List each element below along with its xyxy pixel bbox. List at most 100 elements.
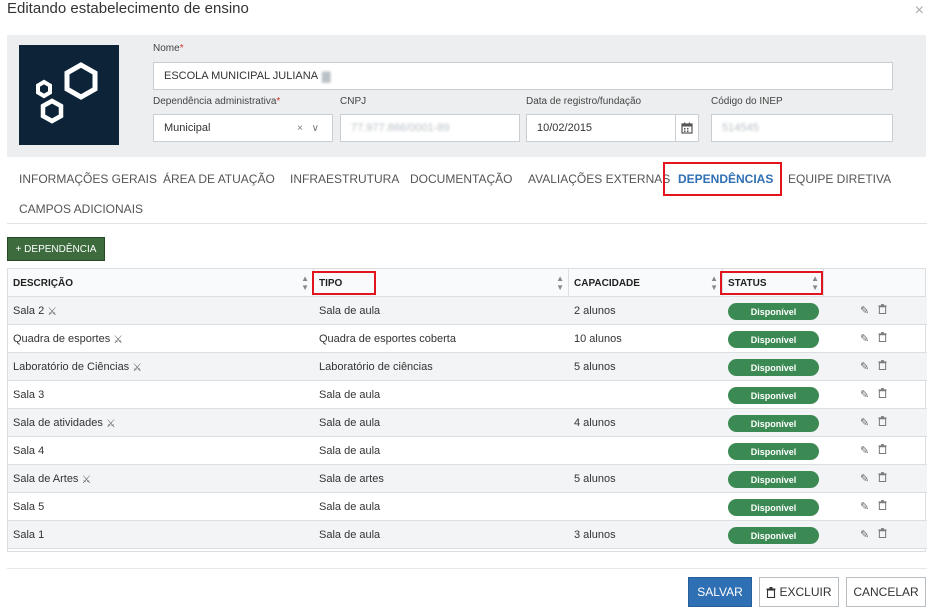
status-badge: Disponível — [728, 303, 819, 320]
status-badge: Disponível — [728, 387, 819, 404]
cell-tipo: Quadra de esportes coberta — [319, 333, 456, 345]
stethoscope-icon: ⚔ — [113, 333, 124, 346]
cell-capacidade — [569, 381, 723, 409]
inep-input[interactable]: 514545 — [711, 114, 893, 142]
tab-bar: INFORMAÇÕES GERAIS ÁREA DE ATUAÇÃO INFRA… — [7, 162, 927, 224]
edit-pencil-icon[interactable]: ✎ — [860, 500, 869, 513]
school-header-panel: Nome* ESCOLA MUNICIPAL JULIANA ▇ Dependên… — [7, 35, 926, 157]
status-highlight-box — [720, 271, 823, 295]
cell-descricao: Sala 2 ⚔ — [13, 305, 58, 318]
cell-descricao: Laboratório de Ciências ⚔ — [13, 361, 143, 374]
cell-capacidade: 2 alunos — [574, 305, 616, 317]
tab-infraestrutura[interactable]: INFRAESTRUTURA — [290, 172, 399, 186]
sort-icon: ▲ ▼ — [556, 274, 564, 292]
col-descricao[interactable]: DESCRIÇÃO ▲ ▼ — [8, 269, 314, 297]
col-capacidade[interactable]: CAPACIDADE ▲ ▼ — [569, 269, 723, 297]
stethoscope-icon: ⚔ — [132, 361, 143, 374]
status-badge: Disponível — [728, 359, 819, 376]
tipo-highlight-box — [312, 271, 376, 295]
tab-area-atuacao[interactable]: ÁREA DE ATUAÇÃO — [163, 172, 275, 186]
stethoscope-icon: ⚔ — [105, 417, 116, 430]
cell-descricao: Sala 5 — [13, 501, 45, 513]
cnpj-input[interactable]: 77.977.866/0001-89 — [340, 114, 520, 142]
trash-icon[interactable] — [878, 444, 887, 457]
table-row[interactable]: Sala 5 Sala de aula Disponível ✎ — [8, 493, 927, 521]
cell-capacidade: 10 alunos — [574, 333, 622, 345]
trash-icon[interactable] — [878, 528, 887, 541]
clear-chevron-icon[interactable]: × ∨ — [297, 123, 322, 134]
cancel-button[interactable]: CANCELAR — [846, 577, 926, 607]
close-icon[interactable]: × — [915, 2, 924, 20]
table-row[interactable]: Sala 4 Sala de aula Disponível ✎ — [8, 437, 927, 465]
cell-capacidade — [569, 493, 723, 521]
edit-school-modal: Editando estabelecimento de ensino × Nom… — [0, 0, 934, 613]
cell-tipo: Sala de aula — [319, 445, 381, 457]
trash-icon[interactable] — [878, 416, 887, 429]
status-badge: Disponível — [728, 331, 819, 348]
edit-pencil-icon[interactable]: ✎ — [860, 416, 869, 429]
status-badge: Disponível — [728, 471, 819, 488]
edit-pencil-icon[interactable]: ✎ — [860, 304, 869, 317]
cell-descricao: Sala 3 — [13, 389, 45, 401]
edit-pencil-icon[interactable]: ✎ — [860, 388, 869, 401]
table-row[interactable]: Sala 3 Sala de aula Disponível ✎ — [8, 381, 927, 409]
table-row[interactable]: Sala de Artes ⚔ Sala de artes 5 alunos Dispo… — [8, 465, 927, 493]
cell-tipo: Sala de aula — [319, 501, 381, 513]
status-badge: Disponível — [728, 499, 819, 516]
modal-title: Editando estabelecimento de ensino — [7, 0, 249, 17]
trash-icon[interactable] — [878, 332, 887, 345]
dep-admin-select[interactable]: Municipal × ∨ — [153, 114, 333, 142]
nome-input[interactable]: ESCOLA MUNICIPAL JULIANA ▇ — [153, 62, 893, 90]
table-row[interactable]: Quadra de esportes ⚔ Quadra de esportes co… — [8, 325, 927, 353]
trash-icon[interactable] — [878, 304, 887, 317]
tab-avaliacoes-externas[interactable]: AVALIAÇÕES EXTERNAS — [528, 172, 670, 186]
cell-descricao: Sala de Artes ⚔ — [13, 473, 92, 486]
status-badge: Disponível — [728, 443, 819, 460]
hexagon-logo-icon — [36, 62, 98, 124]
tab-highlight-box — [663, 162, 782, 196]
calendar-icon[interactable] — [675, 114, 699, 142]
inep-label: Código do INEP — [711, 96, 783, 107]
cell-tipo: Laboratório de ciências — [319, 361, 433, 373]
edit-pencil-icon[interactable]: ✎ — [860, 444, 869, 457]
cell-tipo: Sala de artes — [319, 473, 384, 485]
trash-icon[interactable] — [878, 388, 887, 401]
cell-capacidade: 4 alunos — [574, 417, 616, 429]
tab-documentacao[interactable]: DOCUMENTAÇÃO — [410, 172, 512, 186]
cell-capacidade: 5 alunos — [574, 473, 616, 485]
cell-descricao: Sala 1 — [13, 529, 45, 541]
table-row[interactable]: Laboratório de Ciências ⚔ Laboratório de c… — [8, 353, 927, 381]
data-registro-input[interactable]: 10/02/2015 — [526, 114, 676, 142]
cell-tipo: Sala de aula — [319, 529, 381, 541]
school-logo[interactable] — [19, 45, 119, 145]
cell-descricao: Quadra de esportes ⚔ — [13, 333, 124, 346]
tab-informacoes-gerais[interactable]: INFORMAÇÕES GERAIS — [19, 172, 157, 186]
table-row[interactable]: Sala 1 Sala de aula 3 alunos Disponível ✎ — [8, 521, 927, 549]
edit-pencil-icon[interactable]: ✎ — [860, 472, 869, 485]
cell-tipo: Sala de aula — [319, 417, 381, 429]
cell-capacidade: 3 alunos — [574, 529, 616, 541]
sort-icon: ▲ ▼ — [301, 274, 309, 292]
add-dependencia-button[interactable]: + DEPENDÊNCIA — [7, 237, 105, 261]
table-row[interactable]: Sala de atividades ⚔ Sala de aula 4 alunos D… — [8, 409, 927, 437]
sort-icon: ▲ ▼ — [710, 274, 718, 292]
status-badge: Disponível — [728, 527, 819, 544]
data-registro-label: Data de registro/fundação — [526, 96, 642, 107]
cell-descricao: Sala de atividades ⚔ — [13, 417, 116, 430]
trash-icon[interactable] — [878, 500, 887, 513]
edit-pencil-icon[interactable]: ✎ — [860, 360, 869, 373]
nome-label: Nome* — [153, 43, 184, 54]
cell-capacidade — [569, 437, 723, 465]
stethoscope-icon: ⚔ — [81, 473, 92, 486]
delete-button[interactable]: EXCLUIR — [759, 577, 839, 607]
status-badge: Disponível — [728, 415, 819, 432]
trash-icon[interactable] — [878, 360, 887, 373]
edit-pencil-icon[interactable]: ✎ — [860, 528, 869, 541]
edit-pencil-icon[interactable]: ✎ — [860, 332, 869, 345]
table-row[interactable]: Sala 2 ⚔ Sala de aula 2 alunos Disponível ✎ — [8, 297, 927, 325]
tab-campos-adicionais[interactable]: CAMPOS ADICIONAIS — [19, 202, 143, 216]
tab-equipe-diretiva[interactable]: EQUIPE DIRETIVA — [788, 172, 891, 186]
dependencias-table: DESCRIÇÃO ▲ ▼ TIPO ▲ ▼ CAPACIDADE ▲ ▼ STATUS ▲ ▼… — [7, 268, 927, 552]
trash-icon[interactable] — [878, 472, 887, 485]
save-button[interactable]: SALVAR — [688, 577, 752, 607]
